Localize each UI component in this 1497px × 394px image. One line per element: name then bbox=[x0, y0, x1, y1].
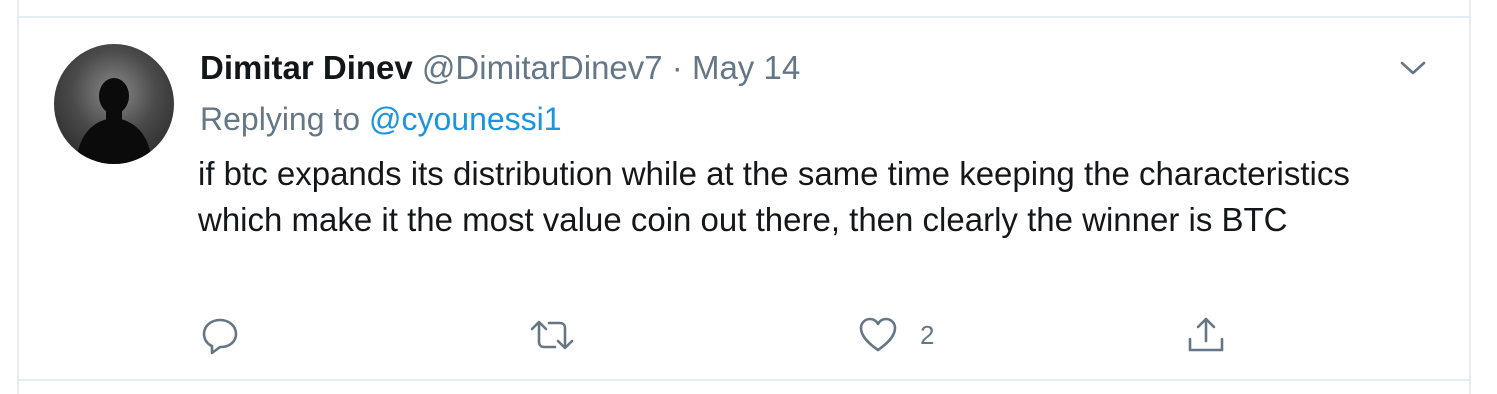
divider bbox=[17, 379, 1471, 381]
tweet-date[interactable]: May 14 bbox=[692, 49, 800, 86]
heart-icon bbox=[859, 317, 897, 352]
separator: · bbox=[671, 49, 683, 86]
author-name[interactable]: Dimitar Dinev bbox=[200, 49, 413, 86]
tweet-header: Dimitar Dinev @DimitarDinev7 · May 14 bbox=[200, 46, 800, 90]
avatar[interactable] bbox=[54, 44, 174, 164]
reply-button[interactable] bbox=[200, 313, 240, 357]
divider bbox=[17, 16, 1471, 18]
share-button[interactable] bbox=[1186, 313, 1226, 357]
like-count: 2 bbox=[920, 319, 935, 350]
like-button[interactable]: 2 bbox=[858, 313, 934, 357]
retweet-button[interactable] bbox=[528, 313, 576, 357]
share-icon bbox=[1188, 317, 1224, 352]
replying-to-mention[interactable]: @cyounessi1 bbox=[369, 101, 562, 137]
reply-icon bbox=[202, 318, 238, 355]
retweet-icon bbox=[530, 320, 574, 350]
author-handle[interactable]: @DimitarDinev7 bbox=[422, 49, 663, 86]
replying-to: Replying to @cyounessi1 bbox=[200, 97, 562, 141]
chevron-down-icon[interactable] bbox=[1398, 56, 1428, 80]
replying-prefix: Replying to bbox=[200, 101, 361, 137]
tweet-text: if btc expands its distribution while at… bbox=[198, 155, 1350, 238]
